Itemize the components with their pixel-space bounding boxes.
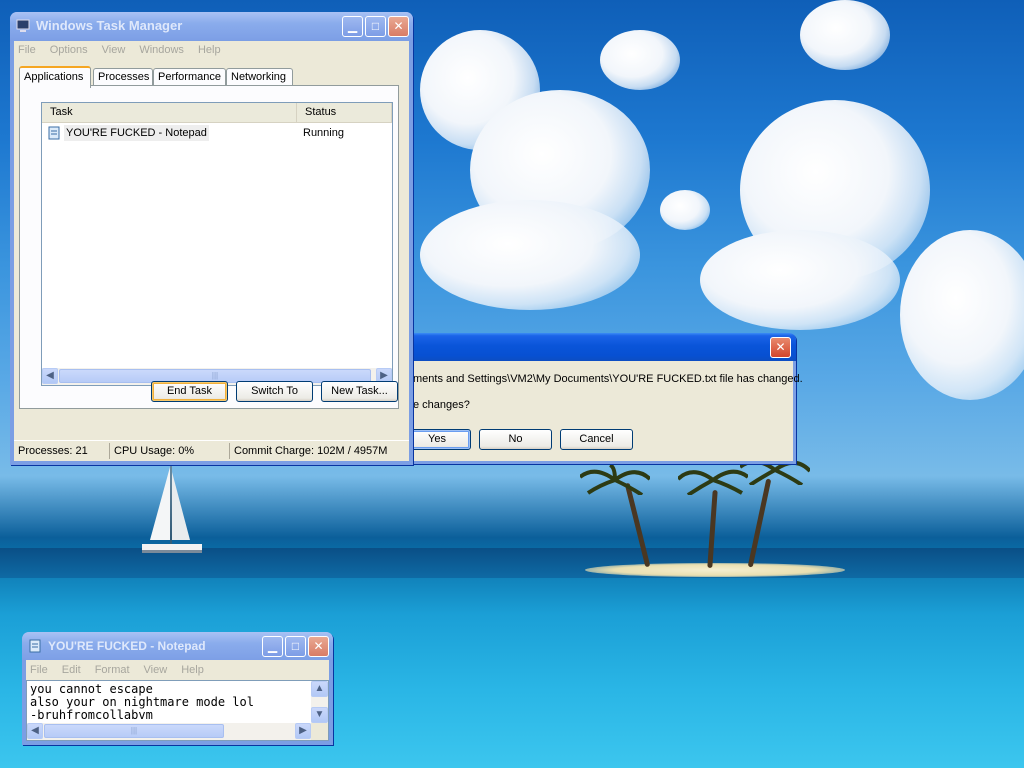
notepad-title: YOU'RE FUCKED - Notepad [48,639,206,653]
task-manager-title: Windows Task Manager [36,18,183,33]
sailboat [142,465,202,553]
notepad-icon [48,126,60,140]
new-task-button[interactable]: New Task... [321,381,398,402]
status-cpu-usage: CPU Usage: 0% [109,443,194,459]
size-grip[interactable] [311,723,328,740]
palm-leaves [678,469,748,495]
tab-processes[interactable]: Processes [93,68,153,86]
cloud [660,190,710,230]
dialog-question: e changes? [413,399,470,411]
scroll-right-icon[interactable]: ▶ [295,723,311,739]
save-changes-dialog[interactable]: ✕ ments and Settings\VM2\My Documents\YO… [400,333,803,464]
status-bar: Processes: 21 CPU Usage: 0% Commit Charg… [14,440,409,461]
dialog-message: ments and Settings\VM2\My Documents\YOU'… [413,373,803,385]
menu-help[interactable]: Help [181,664,204,676]
palm-leaves [580,465,650,495]
scroll-left-icon[interactable]: ◀ [42,368,58,384]
status-processes: Processes: 21 [18,445,88,457]
notepad-icon [29,639,41,653]
menu-format[interactable]: Format [95,664,130,676]
island [585,563,845,577]
menu-edit[interactable]: Edit [62,664,81,676]
close-icon[interactable]: ✕ [388,16,409,37]
dialog-body: ments and Settings\VM2\My Documents\YOU'… [403,361,803,461]
scroll-left-icon[interactable]: ◀ [27,723,43,739]
menu-windows[interactable]: Windows [139,44,184,56]
task-list[interactable]: Task Status YOU'RE FUCKED - Notepad Runn… [41,102,393,386]
cloud [700,230,900,330]
scroll-thumb[interactable]: ||| [44,724,224,738]
task-manager-menubar: File Options View Windows Help [14,41,409,60]
close-icon[interactable]: ✕ [770,337,791,358]
column-task[interactable]: Task [42,103,297,122]
cloud [900,230,1024,400]
cloud [600,30,680,90]
menu-help[interactable]: Help [198,44,221,56]
applications-panel: Task Status YOU'RE FUCKED - Notepad Runn… [19,85,399,409]
cloud [800,0,890,70]
scroll-up-icon[interactable]: ▲ [311,681,328,697]
task-manager-icon [16,19,30,32]
menu-view[interactable]: View [102,44,126,56]
tab-networking[interactable]: Networking [226,68,293,86]
yes-button[interactable]: Yes [403,429,471,450]
tab-applications[interactable]: Applications [19,66,91,88]
notepad-content: you cannot escape also your on nightmare… [30,682,254,722]
maximize-icon[interactable]: □ [365,16,386,37]
tab-performance[interactable]: Performance [153,68,226,86]
minimize-icon[interactable]: ▁ [262,636,283,657]
close-icon[interactable]: ✕ [308,636,329,657]
menu-view[interactable]: View [144,664,168,676]
cloud [420,200,640,310]
maximize-icon[interactable]: □ [285,636,306,657]
no-button[interactable]: No [479,429,552,450]
scroll-down-icon[interactable]: ▼ [311,707,328,723]
menu-options[interactable]: Options [50,44,88,56]
switch-to-button[interactable]: Switch To [236,381,313,402]
task-list-header: Task Status [42,103,392,123]
task-status: Running [303,127,344,139]
horizontal-scrollbar[interactable]: ◀ ||| ▶ [27,723,311,740]
status-commit-charge: Commit Charge: 102M / 4957M [229,443,387,459]
menu-file[interactable]: File [18,44,36,56]
end-task-button[interactable]: End Task [151,381,228,402]
vertical-scrollbar[interactable]: ▲ ▼ [311,681,328,723]
notepad-text-area[interactable]: you cannot escape also your on nightmare… [26,680,329,741]
menu-file[interactable]: File [30,664,48,676]
cancel-button[interactable]: Cancel [560,429,633,450]
notepad-window[interactable]: YOU'RE FUCKED - Notepad ▁ □ ✕ File Edit Fo… [22,632,333,745]
notepad-menubar: File Edit Format View Help [26,660,329,680]
task-manager-window[interactable]: Windows Task Manager ▁ □ ✕ File Options Vi… [10,12,413,465]
task-name: YOU'RE FUCKED - Notepad [64,125,209,141]
table-row[interactable]: YOU'RE FUCKED - Notepad Running [44,125,390,141]
notepad-body: File Edit Format View Help you cannot escape… [26,660,329,741]
minimize-icon[interactable]: ▁ [342,16,363,37]
column-status[interactable]: Status [297,103,392,122]
dialog-titlebar[interactable] [400,333,796,361]
task-manager-body: File Options View Windows Help Applications … [14,41,409,461]
